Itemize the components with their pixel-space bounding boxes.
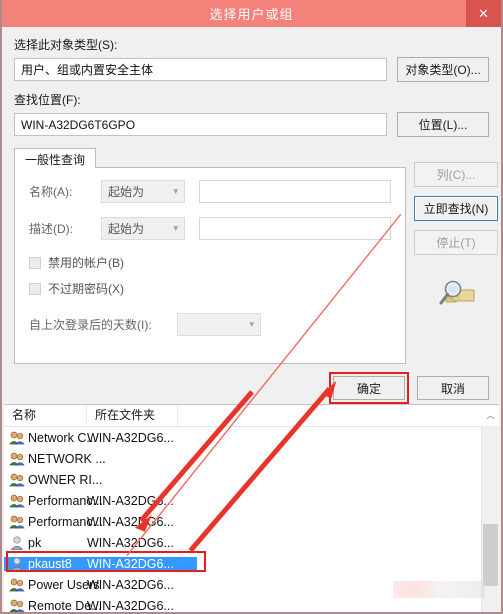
result-name-cell: OWNER RI... — [4, 473, 102, 487]
days-since-logon-label: 自上次登录后的天数(I): — [29, 318, 152, 332]
result-folder-cell: WIN-A32DG6... — [87, 535, 174, 550]
table-row[interactable]: Performanc... WIN-A32DG6... — [4, 490, 499, 511]
group-icon — [9, 515, 25, 529]
name-field-row: 名称(A): 起始为 ▾ — [29, 180, 391, 203]
location-row: WIN-A32DG6T6GPO 位置(L)... — [14, 112, 489, 137]
scrollbar-thumb[interactable] — [483, 524, 498, 586]
listview-header: 名称 所在文件夹 ︿ — [4, 405, 499, 427]
result-folder-cell: WIN-A32DG6... — [87, 556, 197, 571]
group-icon — [9, 599, 25, 613]
table-row[interactable]: Remote De... WIN-A32DG6... — [4, 595, 499, 612]
disabled-accounts-checkbox-row[interactable]: 禁用的帐户(B) — [29, 254, 391, 271]
user-icon — [9, 535, 25, 550]
common-queries-page: 名称(A): 起始为 ▾ 描述(D): 起始为 ▾ 禁用的帐户(B) 不过期密码… — [14, 168, 406, 364]
result-name-text: pk — [28, 535, 42, 550]
result-folder-cell: WIN-A32DG6... — [87, 514, 174, 529]
table-row[interactable]: NETWORK ... — [4, 448, 499, 469]
table-row[interactable]: OWNER RI... — [4, 469, 499, 490]
chevron-down-icon: ▾ — [173, 186, 178, 196]
description-input[interactable] — [199, 217, 391, 240]
name-condition-select[interactable]: 起始为 ▾ — [101, 180, 185, 203]
checkbox-icon[interactable] — [29, 282, 41, 295]
object-type-input[interactable]: 用户、组或内置安全主体 — [14, 58, 387, 81]
location-label: 查找位置(F): — [14, 93, 81, 107]
result-name-text: pkaust8 — [28, 556, 72, 571]
object-types-button[interactable]: 对象类型(O)... — [397, 57, 489, 82]
name-condition-value: 起始为 — [108, 185, 145, 199]
column-header-folder[interactable]: 所在文件夹 — [87, 405, 178, 426]
dialog-actions: 确定 取消 — [14, 372, 489, 404]
days-since-logon-row: 自上次登录后的天数(I): ▾ — [29, 313, 391, 336]
result-name-text: NETWORK ... — [28, 451, 106, 466]
columns-button[interactable]: 列(C)... — [414, 162, 498, 187]
result-folder-cell: WIN-A32DG6... — [87, 493, 174, 508]
result-folder-cell: WIN-A32DG6... — [87, 430, 174, 445]
query-side-buttons: 列(C)... 立即查找(N) 停止(T) — [414, 148, 498, 364]
ok-button[interactable]: 确定 — [333, 376, 405, 400]
chevron-down-icon: ▾ — [173, 223, 178, 233]
group-icon — [9, 473, 25, 487]
name-input[interactable] — [199, 180, 391, 203]
result-name-cell: pk — [4, 536, 87, 550]
scroll-up-icon[interactable]: ︿ — [482, 405, 499, 426]
group-icon — [9, 431, 25, 445]
column-header-name[interactable]: 名称 — [4, 405, 87, 426]
result-folder-cell: WIN-A32DG6... — [87, 598, 174, 613]
select-users-or-groups-dialog: 选择用户或组 ✕ 选择此对象类型(S): 用户、组或内置安全主体 对象类型(O)… — [0, 0, 503, 614]
description-condition-value: 起始为 — [108, 222, 145, 236]
table-row[interactable]: pkaust8 WIN-A32DG6... — [4, 553, 499, 574]
cancel-button[interactable]: 取消 — [417, 376, 489, 400]
group-icon — [9, 578, 25, 592]
table-row[interactable]: Performanc... WIN-A32DG6... — [4, 511, 499, 532]
non-expiring-password-label: 不过期密码(X) — [48, 282, 124, 296]
result-name-cell: Network C... — [4, 431, 97, 445]
table-row[interactable]: Power Users WIN-A32DG6... — [4, 574, 499, 595]
tab-common-queries[interactable]: 一般性查询 — [14, 148, 97, 168]
result-name-cell: NETWORK ... — [4, 452, 106, 466]
query-tab-host: 一般性查询 名称(A): 起始为 ▾ 描述(D): 起始为 ▾ 禁用的帐户(B)… — [14, 148, 406, 364]
table-row[interactable]: pk WIN-A32DG6... — [4, 532, 499, 553]
object-type-row: 用户、组或内置安全主体 对象类型(O)... — [14, 57, 489, 82]
locations-button[interactable]: 位置(L)... — [397, 112, 489, 137]
close-icon[interactable]: ✕ — [466, 0, 501, 27]
ok-button-wrap: 确定 — [329, 372, 409, 404]
result-name-cell: Performanc... — [4, 494, 103, 508]
disabled-accounts-label: 禁用的帐户(B) — [48, 256, 124, 270]
description-condition-select[interactable]: 起始为 ▾ — [101, 217, 185, 240]
checkbox-icon[interactable] — [29, 256, 41, 269]
find-now-button[interactable]: 立即查找(N) — [414, 196, 498, 221]
days-since-logon-select[interactable]: ▾ — [177, 313, 261, 336]
query-panel-wrap: 一般性查询 名称(A): 起始为 ▾ 描述(D): 起始为 ▾ 禁用的帐户(B)… — [14, 148, 498, 364]
result-name-cell: pkaust8 — [4, 556, 87, 571]
column-header-extra[interactable] — [178, 405, 499, 426]
search-results-listview[interactable]: 名称 所在文件夹 ︿ Network C... WIN-A32DG6... NETW… — [4, 404, 499, 612]
tab-strip: 一般性查询 — [14, 148, 406, 168]
name-label: 名称(A): — [29, 185, 73, 199]
group-icon — [9, 452, 25, 466]
description-field-row: 描述(D): 起始为 ▾ — [29, 217, 391, 240]
stop-button[interactable]: 停止(T) — [414, 230, 498, 255]
window-title: 选择用户或组 — [209, 7, 294, 22]
result-name-text: OWNER RI... — [28, 472, 103, 487]
user-icon — [9, 556, 25, 571]
title-bar: 选择用户或组 ✕ — [2, 0, 501, 27]
group-icon — [9, 494, 25, 508]
dialog-body: 选择此对象类型(S): 用户、组或内置安全主体 对象类型(O)... 查找位置(… — [2, 36, 501, 427]
location-input[interactable]: WIN-A32DG6T6GPO — [14, 113, 387, 136]
result-name-cell: Remote De... — [4, 599, 102, 613]
chevron-down-icon: ▾ — [249, 319, 254, 329]
table-row[interactable]: Network C... WIN-A32DG6... — [4, 427, 499, 448]
vertical-scrollbar[interactable] — [481, 426, 499, 612]
result-name-cell: Performanc... — [4, 515, 103, 529]
search-folder-icon — [436, 278, 476, 313]
non-expiring-password-checkbox-row[interactable]: 不过期密码(X) — [29, 280, 391, 297]
tab-strip-filler — [96, 148, 406, 168]
result-name-cell: Power Users — [4, 578, 100, 592]
description-label: 描述(D): — [29, 222, 73, 236]
result-folder-cell: WIN-A32DG6... — [87, 577, 174, 592]
listview-rows: Network C... WIN-A32DG6... NETWORK ... OWNE… — [4, 427, 499, 612]
object-type-label: 选择此对象类型(S): — [14, 38, 118, 52]
